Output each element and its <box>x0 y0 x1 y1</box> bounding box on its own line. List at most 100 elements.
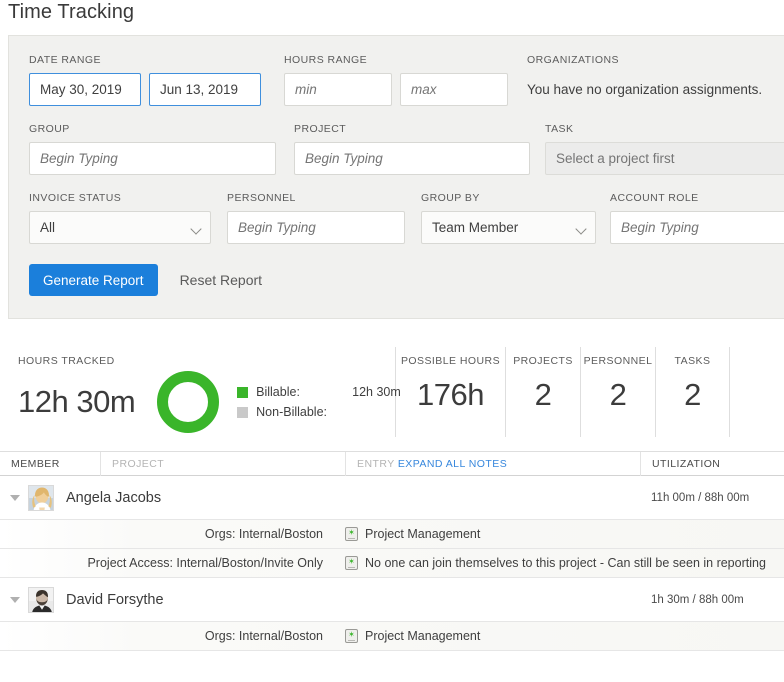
billable-swatch-icon <box>237 386 249 398</box>
invoice-status-select[interactable]: All <box>29 211 211 244</box>
invoice-status-label: INVOICE STATUS <box>29 192 122 204</box>
organizations-message: You have no organization assignments. <box>527 82 763 97</box>
report-table: MEMBER PROJECT ENTRY EXPAND ALL NOTES UT… <box>0 451 784 651</box>
note-badge-icon <box>345 526 358 541</box>
date-range-start-input[interactable] <box>29 73 141 106</box>
filter-row-3: INVOICE STATUS All PERSONNEL GROUP BY Te… <box>29 192 784 244</box>
avatar-photo-david-forsythe <box>29 587 53 612</box>
expand-all-notes-link[interactable]: EXPAND ALL NOTES <box>398 458 507 470</box>
collapse-triangle-icon[interactable] <box>10 494 20 501</box>
group-filter-group: GROUP <box>29 123 276 175</box>
member-name: Angela Jacobs <box>66 489 162 506</box>
date-range-label: DATE RANGE <box>29 54 101 66</box>
task-filter-group: TASK <box>545 123 784 175</box>
hours-tracked-caption: HOURS TRACKED <box>18 355 115 367</box>
tasks-block: TASKS 2 <box>655 347 730 437</box>
table-row[interactable]: Angela Jacobs 11h 00m / 88h 00m <box>0 476 784 520</box>
billable-value: 12h 30m <box>352 385 401 399</box>
personnel-input[interactable] <box>227 211 405 244</box>
tasks-value: 2 <box>684 377 701 412</box>
billable-legend: Billable: 12h 30m Non-Billable: <box>237 382 401 422</box>
invoice-status-group: INVOICE STATUS All <box>29 192 211 244</box>
billable-label: Billable: <box>256 385 300 399</box>
detail-entry: Project Management <box>345 628 481 643</box>
collapse-triangle-icon[interactable] <box>10 596 20 603</box>
column-header-entry-text: ENTRY <box>357 457 395 470</box>
filter-panel: DATE RANGE HOURS RANGE ORGANIZATIONS <box>8 35 784 319</box>
billable-donut-chart <box>157 371 220 433</box>
detail-entry-text: Project Management <box>365 527 481 541</box>
personnel-value: 2 <box>609 377 627 412</box>
nonbillable-label: Non-Billable: <box>256 405 328 419</box>
group-input[interactable] <box>29 142 276 175</box>
summary-stats-bar: HOURS TRACKED 12h 30m Billable: 12h 30m … <box>0 347 784 452</box>
tasks-caption: TASKS <box>674 355 711 367</box>
organizations-label: ORGANIZATIONS <box>527 54 619 66</box>
group-label: GROUP <box>29 123 70 135</box>
member-utilization: 11h 00m / 88h 00m <box>651 491 750 504</box>
detail-entry-text: No one can join themselves to this proje… <box>365 556 766 570</box>
filter-row-1: DATE RANGE HOURS RANGE ORGANIZATIONS <box>29 54 784 106</box>
avatar <box>28 484 54 511</box>
possible-hours-block: POSSIBLE HOURS 176h <box>395 347 505 437</box>
note-badge-icon <box>345 628 358 643</box>
task-input <box>545 142 784 175</box>
hours-range-label: HOURS RANGE <box>284 54 368 66</box>
detail-entry: No one can join themselves to this proje… <box>345 555 766 570</box>
personnel-label: PERSONNEL <box>227 192 296 204</box>
personnel-caption: PERSONNEL <box>583 355 653 367</box>
hours-tracked-value: 12h 30m <box>18 384 136 419</box>
group-by-label: GROUP BY <box>421 192 480 204</box>
organizations-group: ORGANIZATIONS You have no organization a… <box>527 54 762 106</box>
nonbillable-swatch-icon <box>237 406 249 418</box>
group-by-select[interactable]: Team Member <box>421 211 596 244</box>
hours-tracked-block: HOURS TRACKED 12h 30m Billable: 12h 30m … <box>0 347 401 433</box>
personnel-block: PERSONNEL 2 <box>580 347 655 437</box>
projects-caption: PROJECTS <box>513 355 573 367</box>
column-header-member: MEMBER <box>11 457 60 470</box>
note-badge-icon <box>345 555 358 570</box>
invoice-status-value: All <box>29 211 211 244</box>
table-header-row: MEMBER PROJECT ENTRY EXPAND ALL NOTES UT… <box>0 451 784 476</box>
filter-row-2: GROUP PROJECT TASK <box>29 123 784 175</box>
personnel-filter-group: PERSONNEL <box>227 192 405 244</box>
hours-range-max-input[interactable] <box>400 73 508 106</box>
hours-range-min-input[interactable] <box>284 73 392 106</box>
legend-row-billable: Billable: 12h 30m <box>237 382 401 402</box>
project-label: PROJECT <box>294 123 347 135</box>
avatar-photo-angela-jacobs <box>29 485 53 510</box>
generate-report-button[interactable]: Generate Report <box>29 264 158 296</box>
hours-range-group: HOURS RANGE <box>284 54 508 106</box>
group-by-value: Team Member <box>421 211 596 244</box>
account-role-input[interactable] <box>610 211 784 244</box>
table-detail-row: Project Access: Internal/Boston/Invite O… <box>0 549 784 578</box>
table-detail-row: Orgs: Internal/Boston Project Management <box>0 520 784 549</box>
page-title: Time Tracking <box>8 1 135 23</box>
detail-entry: Project Management <box>345 526 481 541</box>
member-name: David Forsythe <box>66 591 164 608</box>
date-range-group: DATE RANGE <box>29 54 261 106</box>
filter-actions: Generate Report Reset Report <box>29 264 784 296</box>
possible-hours-caption: POSSIBLE HOURS <box>400 355 501 367</box>
possible-hours-value: 176h <box>417 377 484 412</box>
table-detail-row: Orgs: Internal/Boston Project Management <box>0 622 784 651</box>
reset-report-button[interactable]: Reset Report <box>180 272 262 288</box>
date-range-end-input[interactable] <box>149 73 261 106</box>
legend-row-nonbillable: Non-Billable: <box>237 402 401 422</box>
table-row[interactable]: David Forsythe 1h 30m / 88h 00m <box>0 578 784 622</box>
projects-block: PROJECTS 2 <box>505 347 580 437</box>
detail-project: Orgs: Internal/Boston <box>204 527 323 541</box>
project-input[interactable] <box>294 142 530 175</box>
account-role-group: ACCOUNT ROLE <box>610 192 784 244</box>
detail-entry-text: Project Management <box>365 629 481 643</box>
group-by-group: GROUP BY Team Member <box>421 192 596 244</box>
member-utilization: 1h 30m / 88h 00m <box>651 593 744 606</box>
task-label: TASK <box>545 123 574 135</box>
detail-project: Project Access: Internal/Boston/Invite O… <box>87 556 323 570</box>
column-header-entry: ENTRY EXPAND ALL NOTES <box>345 451 640 476</box>
time-tracking-page: Time Tracking DATE RANGE HOURS RANGE <box>0 0 784 682</box>
projects-value: 2 <box>534 377 552 412</box>
column-header-project: PROJECT <box>100 451 345 476</box>
